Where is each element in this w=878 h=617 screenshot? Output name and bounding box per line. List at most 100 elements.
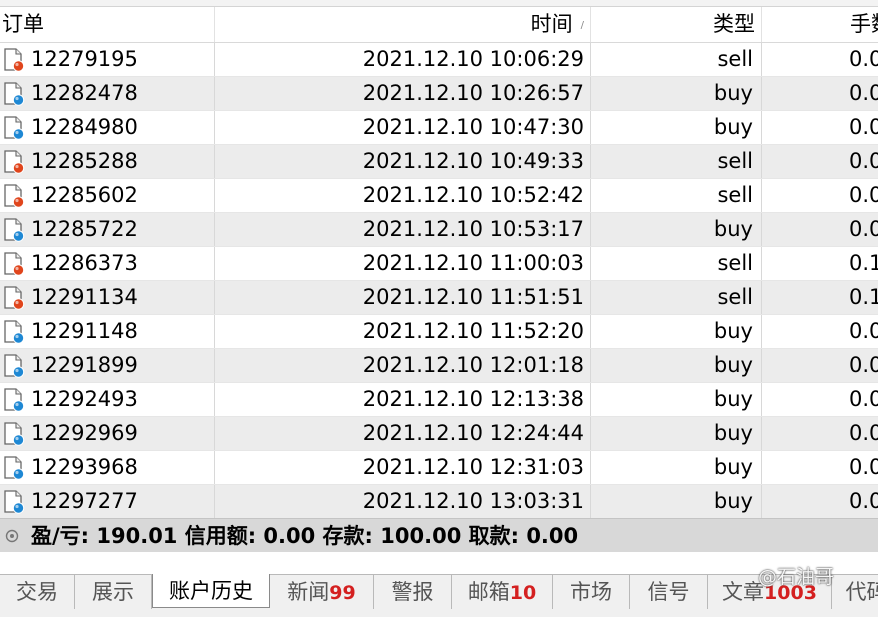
order-volume-cell: 0.0 [762,111,878,144]
tab-label: 展示 [92,580,134,604]
order-type-cell: buy [591,349,762,382]
order-type-cell: sell [591,43,762,76]
column-header-order[interactable]: 订单 [0,7,215,42]
tab-code-base[interactable]: 代码 [832,575,878,609]
order-volume-cell: 0.0 [762,213,878,246]
order-id-cell: 12297277 [0,485,215,518]
order-time-cell: 2021.12.10 10:26:57 [215,77,591,110]
account-summary-text: 盈/亏: 190.01 信用额: 0.00 存款: 100.00 取款: 0.0… [31,519,578,553]
tab-label: 市场 [570,580,612,604]
column-header-time[interactable]: 时间/ [215,7,591,42]
account-summary-bar: 盈/亏: 190.01 信用额: 0.00 存款: 100.00 取款: 0.0… [0,518,878,553]
order-volume-cell: 0.0 [762,179,878,212]
order-time-cell: 2021.12.10 13:03:31 [215,485,591,518]
table-row[interactable]: 122856022021.12.10 10:52:42sell0.0 [0,179,878,213]
order-volume-cell: 0.0 [762,349,878,382]
table-row[interactable]: 122929692021.12.10 12:24:44buy0.0 [0,417,878,451]
buy-order-icon [2,320,26,344]
tab-trade[interactable]: 交易 [0,575,75,609]
order-type-cell: sell [591,247,762,280]
table-row[interactable]: 122924932021.12.10 12:13:38buy0.0 [0,383,878,417]
order-volume-cell: 0.1 [762,281,878,314]
tab-count-badge: 10 [510,582,536,604]
table-row[interactable]: 122939682021.12.10 12:31:03buy0.0 [0,451,878,485]
tab-signals[interactable]: 信号 [630,575,708,609]
order-type-cell: buy [591,111,762,144]
order-time-cell: 2021.12.10 10:47:30 [215,111,591,144]
table-row[interactable]: 122911482021.12.10 11:52:20buy0.0 [0,315,878,349]
order-id-cell: 12285722 [0,213,215,246]
order-time-cell: 2021.12.10 11:51:51 [215,281,591,314]
sell-order-icon [2,286,26,310]
buy-order-icon [2,116,26,140]
buy-order-icon [2,456,26,480]
order-volume-cell: 0.0 [762,43,878,76]
order-type-cell: buy [591,383,762,416]
order-type-cell: sell [591,281,762,314]
tab-mailbox[interactable]: 邮箱10 [452,575,553,609]
terminal-tab-bar: 交易展示账户历史新闻99警报邮箱10市场信号文章1003代码 [0,574,878,617]
order-id-cell: 12292969 [0,417,215,450]
order-volume-cell: 0.0 [762,315,878,348]
tab-label: 交易 [16,580,58,604]
table-row[interactable]: 122863732021.12.10 11:00:03sell0.1 [0,247,878,281]
buy-order-icon [2,82,26,106]
order-volume-cell: 0.0 [762,145,878,178]
order-type-cell: buy [591,485,762,518]
tab-alerts[interactable]: 警报 [374,575,452,609]
tab-label: 警报 [392,580,434,604]
order-time-cell: 2021.12.10 11:52:20 [215,315,591,348]
order-volume-cell: 0.1 [762,247,878,280]
order-id-cell: 12285602 [0,179,215,212]
buy-order-icon [2,490,26,514]
table-header: 订单 时间/ 类型 手数 [0,7,878,43]
order-type-cell: buy [591,213,762,246]
tab-news[interactable]: 新闻99 [270,575,374,609]
tab-market[interactable]: 市场 [553,575,630,609]
balance-status-icon [5,529,19,543]
order-type-cell: sell [591,179,762,212]
tab-count-badge: 99 [329,582,355,604]
order-id-cell: 12293968 [0,451,215,484]
tab-label: 账户历史 [169,579,253,603]
order-id-cell: 12291148 [0,315,215,348]
order-type-cell: buy [591,417,762,450]
order-type-cell: buy [591,451,762,484]
column-header-type[interactable]: 类型 [591,7,762,42]
tab-label: 邮箱 [468,580,510,604]
table-row[interactable]: 122791952021.12.10 10:06:29sell0.0 [0,43,878,77]
table-row[interactable]: 122824782021.12.10 10:26:57buy0.0 [0,77,878,111]
order-id-cell: 12291899 [0,349,215,382]
panel-gap [0,552,878,574]
column-header-fee[interactable]: 手数 [762,7,878,42]
order-type-cell: sell [591,145,762,178]
tab-exposure[interactable]: 展示 [75,575,152,609]
buy-order-icon [2,388,26,412]
buy-order-icon [2,354,26,378]
tab-label: 信号 [648,580,690,604]
table-row[interactable]: 122911342021.12.10 11:51:51sell0.1 [0,281,878,315]
order-type-cell: buy [591,77,762,110]
order-volume-cell: 0.0 [762,417,878,450]
tab-label: 新闻 [287,580,329,604]
table-row[interactable]: 122852882021.12.10 10:49:33sell0.0 [0,145,878,179]
order-time-cell: 2021.12.10 10:49:33 [215,145,591,178]
sell-order-icon [2,150,26,174]
tab-label: 代码 [846,580,878,604]
table-row[interactable]: 122857222021.12.10 10:53:17buy0.0 [0,213,878,247]
sell-order-icon [2,184,26,208]
table-row[interactable]: 122972772021.12.10 13:03:31buy0.0 [0,485,878,519]
order-id-cell: 12291134 [0,281,215,314]
order-volume-cell: 0.0 [762,451,878,484]
order-time-cell: 2021.12.10 12:31:03 [215,451,591,484]
order-volume-cell: 0.0 [762,383,878,416]
order-time-cell: 2021.12.10 12:13:38 [215,383,591,416]
order-time-cell: 2021.12.10 11:00:03 [215,247,591,280]
table-row[interactable]: 122918992021.12.10 12:01:18buy0.0 [0,349,878,383]
order-volume-cell: 0.0 [762,485,878,518]
order-history-table: 122791952021.12.10 10:06:29sell0.0122824… [0,43,878,519]
table-row[interactable]: 122849802021.12.10 10:47:30buy0.0 [0,111,878,145]
tab-account-history[interactable]: 账户历史 [152,574,270,608]
order-id-cell: 12279195 [0,43,215,76]
order-time-cell: 2021.12.10 10:52:42 [215,179,591,212]
